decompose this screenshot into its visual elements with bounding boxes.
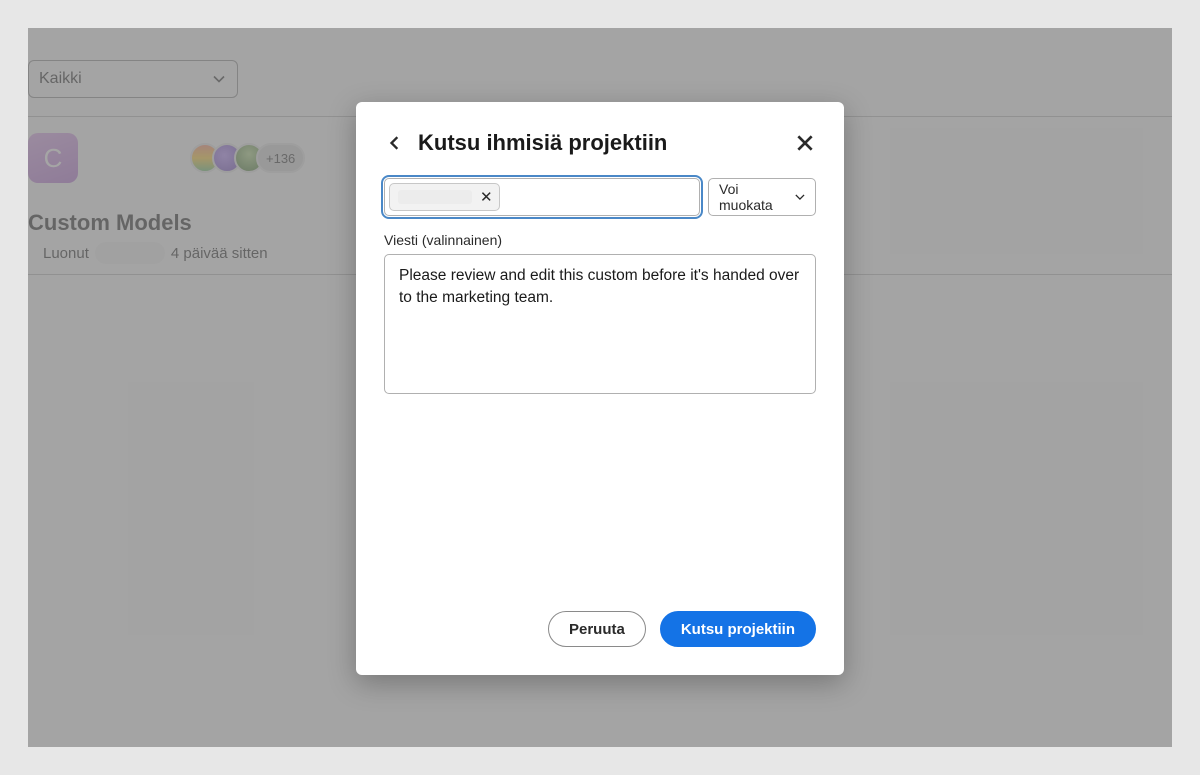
project-title: Custom Models <box>28 210 192 236</box>
chevron-left-icon <box>388 136 402 150</box>
project-tile[interactable]: C <box>28 133 78 183</box>
chevron-down-icon <box>213 73 225 85</box>
message-label: Viesti (valinnainen) <box>384 232 816 248</box>
created-by-label: Luonut <box>43 245 89 262</box>
avatar-overflow-count: +136 <box>256 143 305 173</box>
back-button[interactable] <box>384 132 406 154</box>
permission-select-value: Voi muokata <box>719 181 795 213</box>
modal-header: Kutsu ihmisiä projektiin <box>384 130 816 156</box>
filter-select[interactable]: Kaikki <box>28 60 238 98</box>
message-textarea[interactable] <box>384 254 816 394</box>
created-ago: 4 päivää sitten <box>171 245 268 262</box>
modal-title: Kutsu ihmisiä projektiin <box>418 130 667 156</box>
modal-footer: Peruuta Kutsu projektiin <box>384 611 816 647</box>
invite-row: ✕ Voi muokata <box>384 178 816 216</box>
filter-select-value: Kaikki <box>39 70 82 88</box>
invite-people-input[interactable]: ✕ <box>384 178 700 216</box>
cancel-button[interactable]: Peruuta <box>548 611 646 647</box>
project-tile-letter: C <box>44 143 63 174</box>
collaborator-avatars[interactable]: +136 <box>198 143 305 173</box>
chevron-down-icon <box>795 192 805 202</box>
invitee-chip[interactable]: ✕ <box>389 183 500 211</box>
invite-button[interactable]: Kutsu projektiin <box>660 611 816 647</box>
project-subtitle: Luonut 4 päivää sitten <box>43 242 268 264</box>
author-redacted <box>95 242 165 264</box>
chip-remove-icon[interactable]: ✕ <box>480 188 493 206</box>
invite-modal: Kutsu ihmisiä projektiin ✕ Voi muokata V… <box>356 102 844 675</box>
close-icon <box>797 135 813 151</box>
invitee-chip-name <box>398 190 472 204</box>
close-button[interactable] <box>794 132 816 154</box>
permission-select[interactable]: Voi muokata <box>708 178 816 216</box>
